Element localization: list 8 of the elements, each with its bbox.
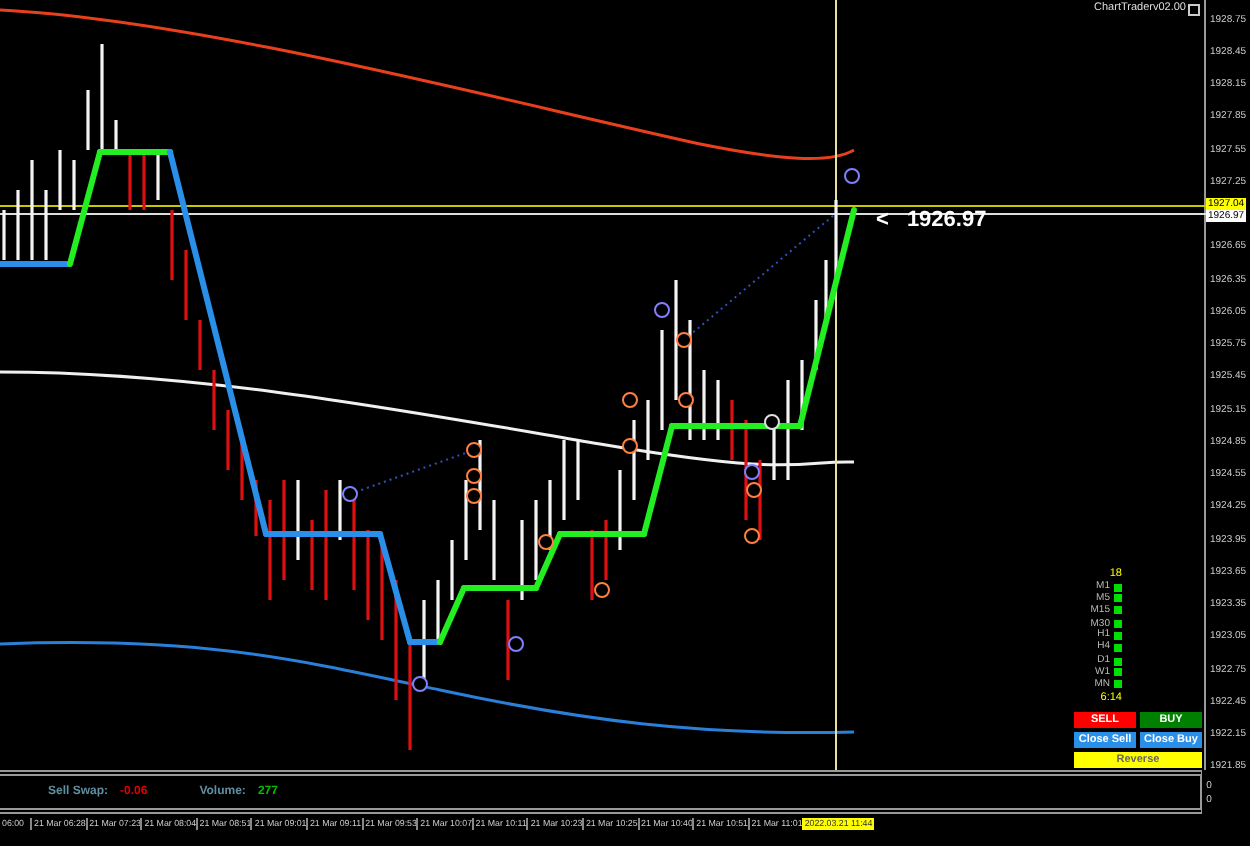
status-square — [1114, 583, 1122, 591]
status-square — [1114, 594, 1122, 603]
window-icon — [1188, 4, 1200, 16]
status-square — [1114, 606, 1122, 615]
pointer-arrow: < — [876, 208, 889, 232]
status-square — [1114, 643, 1122, 652]
price-reading-text: 1926.97 — [906, 208, 987, 232]
status-square — [1114, 680, 1122, 689]
